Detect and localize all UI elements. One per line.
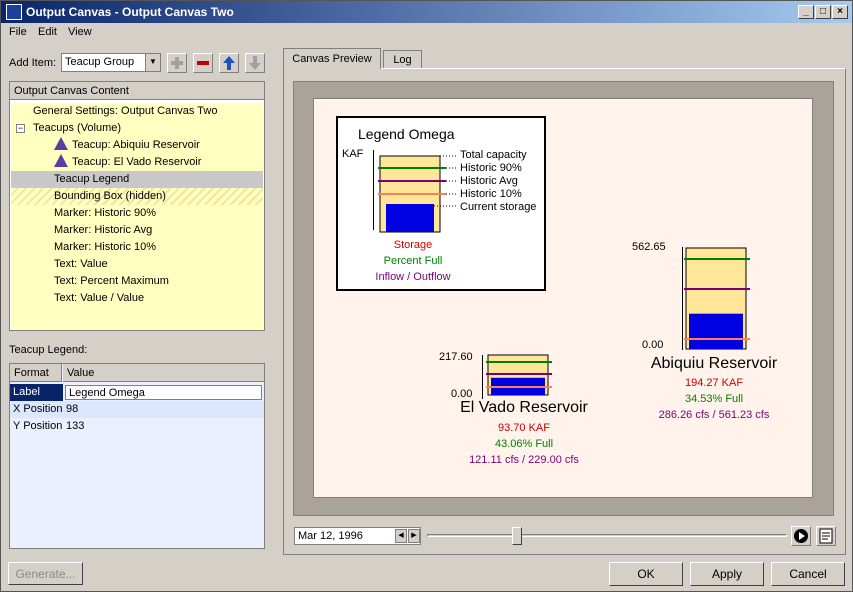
tree-item-general-settings[interactable]: General Settings: Output Canvas Two	[11, 103, 263, 120]
tree-item-teacup-abiquiu[interactable]: Teacup: Abiquiu Reservoir	[11, 136, 263, 154]
tree-item-teacups[interactable]: Teacups (Volume)	[11, 120, 263, 137]
add-button[interactable]	[167, 53, 187, 73]
prop-format-y: Y Position	[13, 420, 63, 432]
abiquiu-storage: 194.27 KAF	[684, 377, 744, 389]
tab-canvas-preview[interactable]: Canvas Preview	[283, 48, 381, 69]
time-slider-track[interactable]	[427, 534, 787, 537]
el-vado-cup-svg	[486, 354, 552, 396]
add-item-value: Teacup Group	[65, 56, 135, 68]
properties-grid: Format Value Label Legend Omega X Positi…	[9, 363, 265, 549]
prop-format-label: Label	[10, 384, 63, 401]
el-vado-max: 217.60	[439, 351, 473, 363]
tab-log[interactable]: Log	[383, 50, 422, 68]
collapse-icon[interactable]: −	[16, 124, 25, 133]
date-prev-icon[interactable]: ◀	[395, 529, 407, 543]
date-value: Mar 12, 1996	[298, 530, 363, 542]
menu-edit[interactable]: Edit	[38, 26, 57, 38]
chevron-down-icon: ▼	[145, 54, 160, 71]
tree-filler	[11, 307, 263, 330]
tree-item-marker-avg[interactable]: Marker: Historic Avg	[11, 222, 263, 239]
legend-item-90: Historic 90%	[460, 162, 522, 174]
teacup-legend[interactable]: Legend Omega KAF Total capacity Historic…	[336, 116, 546, 291]
move-down-button[interactable]	[245, 53, 265, 73]
teacup-el-vado[interactable]: 217.60 0.00 El Vado Reservoir 93.70 KAF …	[434, 349, 614, 474]
tree-item-text-percent[interactable]: Text: Percent Maximum	[11, 273, 263, 290]
tree-item-teacup-el-vado[interactable]: Teacup: El Vado Reservoir	[11, 153, 263, 171]
remove-button[interactable]	[193, 53, 213, 73]
tree-item-teacup-legend[interactable]: Teacup Legend	[11, 171, 263, 188]
menu-bar: File Edit View	[1, 23, 852, 41]
tree-item-label: Teacups (Volume)	[33, 122, 122, 134]
move-up-button[interactable]	[219, 53, 239, 73]
document-icon	[819, 528, 833, 544]
tree-item-text-value[interactable]: Text: Value	[11, 256, 263, 273]
col-format: Format	[10, 364, 62, 382]
teacup-icon	[54, 153, 68, 167]
title-bar: Output Canvas - Output Canvas Two _ □ ×	[1, 1, 852, 23]
output-canvas: Legend Omega KAF Total capacity Historic…	[313, 98, 813, 498]
date-field[interactable]: Mar 12, 1996 ◀ ▶	[294, 527, 421, 545]
teacup-abiquiu[interactable]: 562.65 0.00 Abiquiu Reservoir 194.27 KAF…	[624, 239, 784, 421]
abiquiu-percent: 34.53% Full	[684, 393, 744, 405]
x-position-value[interactable]: 98	[66, 403, 78, 415]
tree-item-marker-10[interactable]: Marker: Historic 10%	[11, 239, 263, 256]
legend-item-avg: Historic Avg	[460, 175, 518, 187]
legend-current-storage	[386, 204, 434, 232]
generate-button[interactable]: Generate...	[8, 562, 83, 585]
tree-item-text-value-value[interactable]: Text: Value / Value	[11, 290, 263, 307]
close-button[interactable]: ×	[832, 5, 848, 19]
legend-flow: Inflow / Outflow	[375, 271, 451, 283]
el-vado-flow: 121.11 cfs / 229.00 cfs	[469, 454, 579, 466]
tree-item-bounding-box[interactable]: Bounding Box (hidden)	[11, 188, 263, 205]
remove-icon	[197, 61, 209, 65]
legend-item-10: Historic 10%	[460, 188, 522, 200]
el-vado-percent: 43.06% Full	[494, 438, 554, 450]
add-icon	[171, 57, 183, 69]
abiquiu-flow: 286.26 cfs / 561.23 cfs	[658, 409, 770, 421]
label-input[interactable]: Legend Omega	[65, 385, 262, 400]
legend-percent: Percent Full	[383, 255, 443, 267]
tree-item-label: Teacup: El Vado Reservoir	[72, 156, 202, 168]
move-down-icon	[249, 56, 261, 70]
add-item-select[interactable]: Teacup Group ▼	[61, 53, 161, 72]
add-item-label: Add Item:	[9, 57, 57, 69]
date-next-icon[interactable]: ▶	[408, 529, 420, 543]
report-button[interactable]	[816, 526, 836, 546]
abiquiu-storage-fill	[689, 313, 743, 349]
abiquiu-max: 562.65	[632, 241, 666, 253]
cancel-button[interactable]: Cancel	[771, 562, 845, 586]
teacup-icon	[54, 136, 68, 150]
abiquiu-cup-svg	[684, 247, 750, 350]
apply-button[interactable]: Apply	[690, 562, 764, 586]
tree-header: Output Canvas Content	[10, 82, 264, 100]
play-button[interactable]	[791, 526, 811, 546]
move-up-icon	[223, 56, 235, 70]
prop-format-x: X Position	[13, 403, 63, 415]
window: Output Canvas - Output Canvas Two _ □ × …	[0, 0, 853, 592]
app-icon	[6, 4, 22, 20]
properties-title: Teacup Legend:	[9, 344, 88, 356]
menu-file[interactable]: File	[9, 26, 27, 38]
col-value: Value	[63, 364, 264, 382]
legend-storage: Storage	[393, 239, 433, 251]
maximize-button[interactable]: □	[815, 5, 831, 19]
window-title: Output Canvas - Output Canvas Two	[26, 5, 234, 19]
tree-item-marker-90[interactable]: Marker: Historic 90%	[11, 205, 263, 222]
legend-item-current: Current storage	[460, 201, 537, 213]
legend-title: Legend Omega	[358, 126, 455, 142]
minimize-button[interactable]: _	[798, 5, 814, 19]
legend-unit: KAF	[342, 148, 364, 160]
el-vado-name: El Vado Reservoir	[460, 399, 588, 416]
tree-item-label: Teacup: Abiquiu Reservoir	[72, 139, 200, 151]
y-position-value[interactable]: 133	[66, 420, 84, 432]
canvas-content-tree: Output Canvas Content General Settings: …	[9, 81, 265, 331]
time-slider-thumb[interactable]	[512, 527, 522, 545]
ok-button[interactable]: OK	[609, 562, 683, 586]
play-icon	[794, 529, 808, 543]
abiquiu-name: Abiquiu Reservoir	[650, 355, 778, 372]
menu-view[interactable]: View	[68, 26, 92, 38]
abiquiu-min: 0.00	[642, 339, 664, 351]
el-vado-storage: 93.70 KAF	[498, 422, 550, 434]
legend-item-total: Total capacity	[460, 149, 527, 161]
